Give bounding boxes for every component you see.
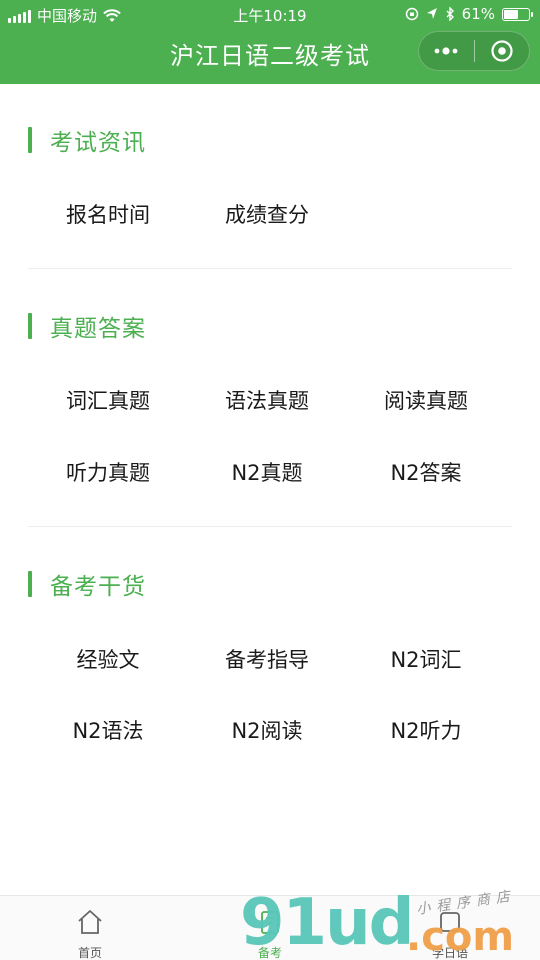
section-header: 考试资讯 (28, 127, 146, 156)
menu-item-vocab-papers[interactable]: 词汇真题 (18, 385, 198, 415)
battery-percent: 61% (461, 5, 495, 23)
tab-prep[interactable]: 备考 (180, 896, 360, 960)
menu-item-registration-time[interactable]: 报名时间 (18, 199, 198, 229)
top-bar: 中国移动 上午10:19 61% 沪江日语二级考试 (0, 0, 540, 84)
section-title: 备考干货 (50, 574, 146, 600)
miniprogram-capsule (418, 31, 530, 71)
nav-bar: 沪江日语二级考试 (0, 28, 540, 84)
menu-item-score-check[interactable]: 成绩查分 (177, 199, 357, 229)
section-divider (28, 268, 512, 269)
more-button[interactable] (419, 31, 474, 71)
section-accent-bar (28, 313, 32, 339)
more-dots-icon (434, 47, 458, 55)
tab-label: 学日语 (431, 946, 468, 960)
location-icon (426, 8, 437, 19)
menu-item-n2-answers[interactable]: N2答案 (336, 457, 516, 487)
status-bar: 中国移动 上午10:19 61% (0, 0, 540, 28)
section-title: 考试资讯 (50, 130, 146, 156)
menu-item-n2-reading[interactable]: N2阅读 (177, 715, 357, 745)
tab-bar: 首页 备考 学日语 (0, 895, 540, 960)
menu-item-n2-listening[interactable]: N2听力 (336, 715, 516, 745)
tab-label: 首页 (77, 946, 102, 960)
orientation-lock-icon (405, 7, 418, 21)
battery-fill (504, 9, 518, 19)
section-accent-bar (28, 571, 32, 597)
tab-home[interactable]: 首页 (0, 896, 180, 960)
menu-item-n2-papers[interactable]: N2真题 (177, 457, 357, 487)
section-accent-bar (28, 127, 32, 153)
close-button[interactable] (474, 31, 529, 71)
menu-item-n2-grammar[interactable]: N2语法 (18, 715, 198, 745)
book-icon (261, 911, 279, 934)
close-circle-icon (491, 40, 513, 62)
section-title: 真题答案 (50, 316, 146, 342)
section-header: 真题答案 (28, 313, 146, 342)
section-divider (28, 526, 512, 527)
menu-item-experience[interactable]: 经验文 (18, 644, 198, 674)
tab-study[interactable]: 学日语 (360, 896, 540, 960)
menu-item-n2-vocab[interactable]: N2词汇 (336, 644, 516, 674)
menu-item-grammar-papers[interactable]: 语法真题 (177, 385, 357, 415)
menu-item-prep-guide[interactable]: 备考指导 (177, 644, 357, 674)
bluetooth-icon (446, 7, 454, 21)
status-right: 61% (405, 5, 533, 23)
home-icon (78, 910, 102, 934)
section-header: 备考干货 (28, 571, 146, 600)
menu-item-reading-papers[interactable]: 阅读真题 (336, 385, 516, 415)
study-icon (440, 912, 460, 932)
menu-item-listening-papers[interactable]: 听力真题 (18, 457, 198, 487)
tab-label: 备考 (257, 946, 282, 960)
battery-icon (502, 7, 533, 21)
